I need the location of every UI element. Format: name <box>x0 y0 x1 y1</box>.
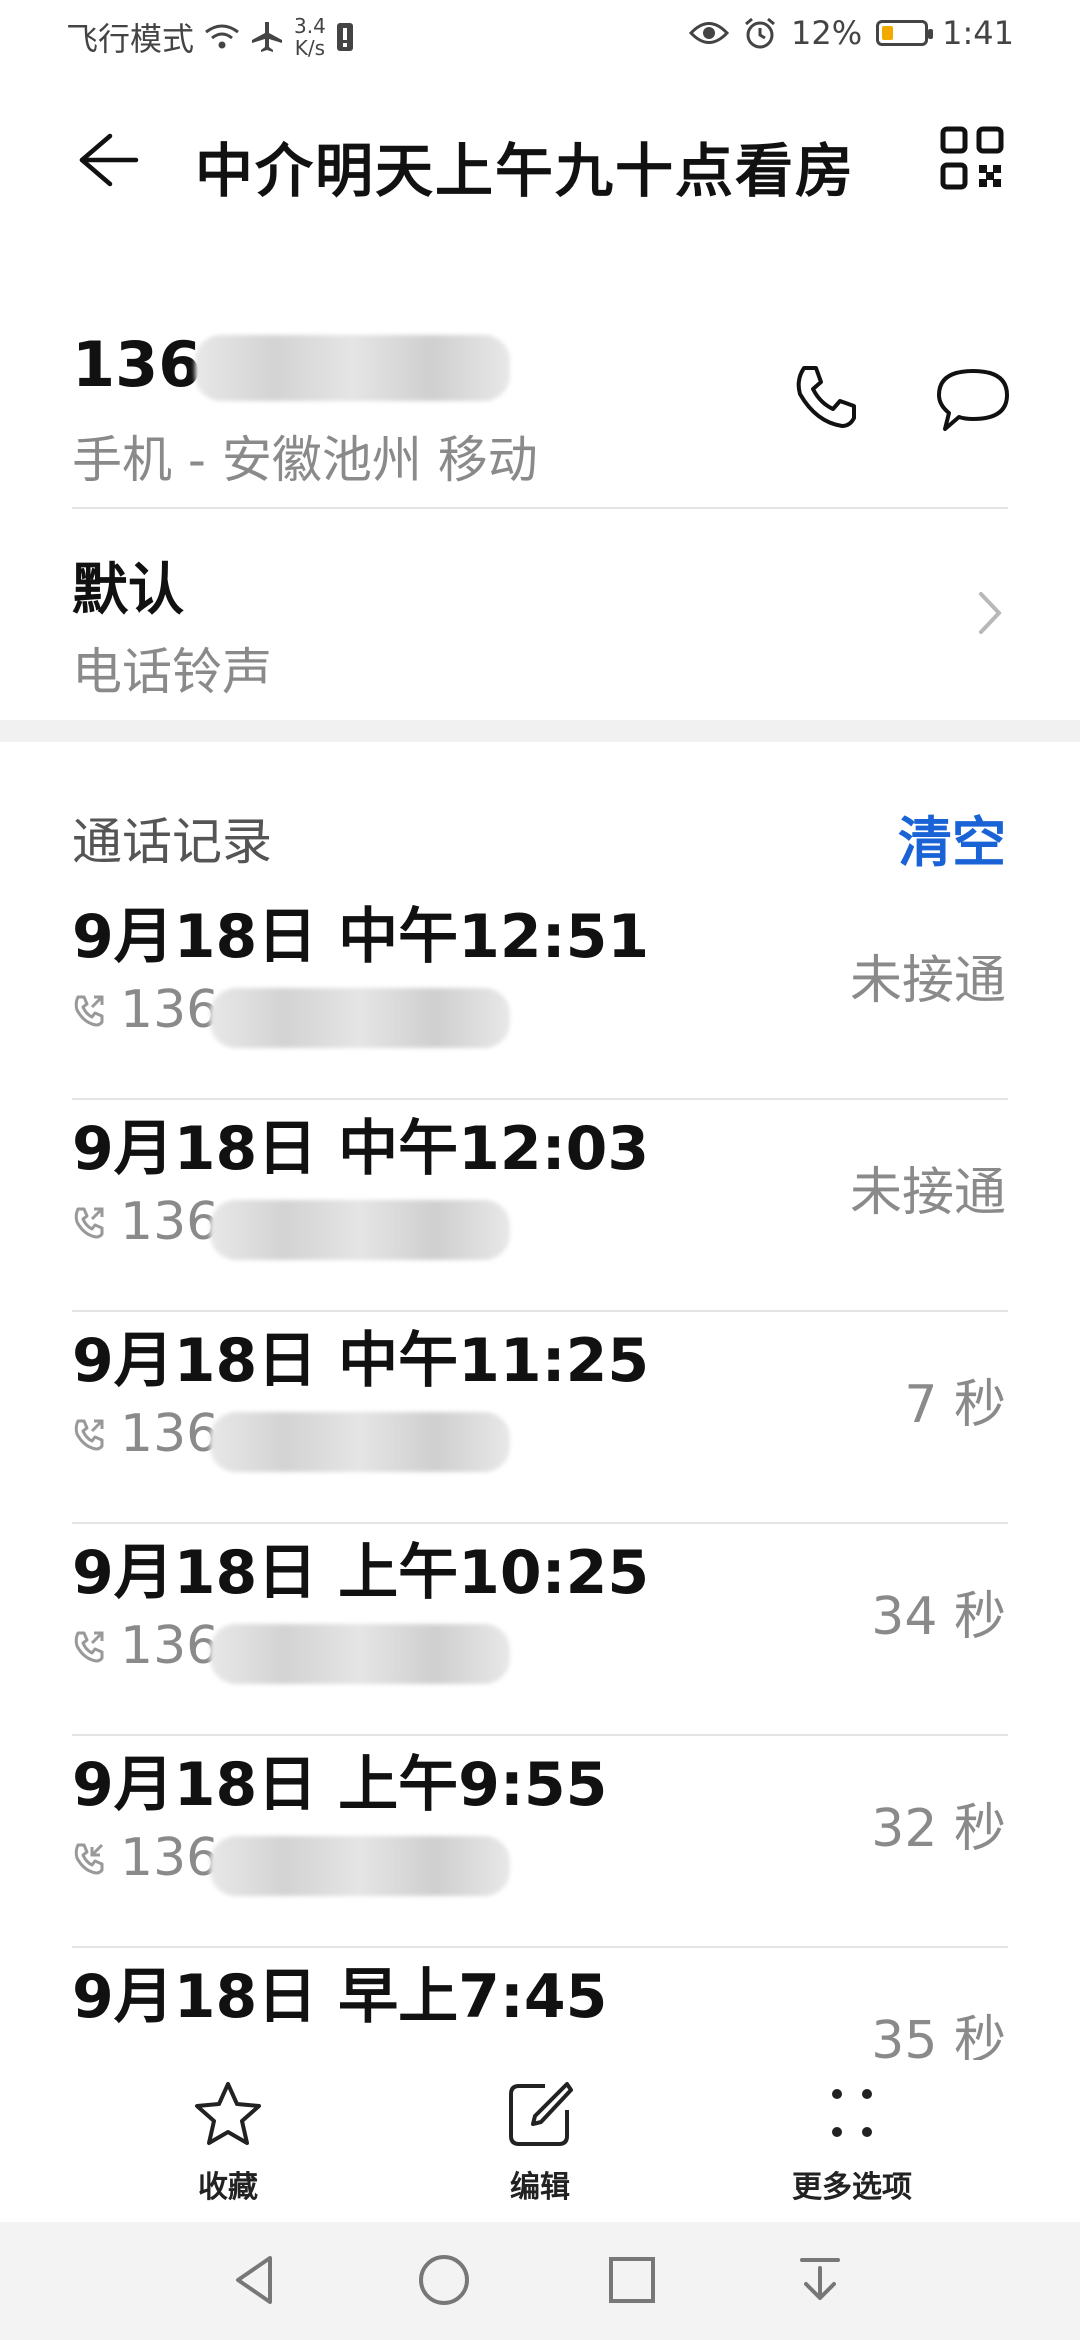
bottom-action-bar: 收藏 编辑 更多选项 <box>0 2060 1080 2220</box>
call-direction-icon <box>74 1419 104 1451</box>
call-time: 9月18日 上午10:25 <box>72 1538 650 1608</box>
call-status: 32 秒 <box>871 1799 1006 1859</box>
airplane-mode-label: 飞行模式 <box>66 20 195 58</box>
call-number-prefix: 136 <box>120 1828 220 1888</box>
app-header: 中介明天上午九十点看房 <box>0 110 1080 210</box>
contact-number-prefix: 136 <box>72 328 202 401</box>
call-log-row[interactable]: 9月18日 中午12:03 136 未接通 <box>0 1100 1080 1312</box>
redacted-number <box>210 1200 510 1260</box>
call-log-row[interactable]: 9月18日 中午12:51 136 未接通 <box>0 888 1080 1100</box>
alarm-icon <box>745 17 775 49</box>
call-number-prefix: 136 <box>120 980 220 1040</box>
call-time: 9月18日 中午12:51 <box>72 902 650 972</box>
clear-call-log-button[interactable]: 清空 <box>898 798 1006 877</box>
favorite-button[interactable]: 收藏 <box>128 2080 328 2206</box>
call-time: 9月18日 早上7:45 <box>72 1962 608 2032</box>
eye-icon <box>689 22 730 44</box>
call-log-row[interactable]: 9月18日 上午9:55 136 32 秒 <box>0 1736 1080 1948</box>
call-time: 9月18日 中午11:25 <box>72 1326 650 1396</box>
more-options-label: 更多选项 <box>792 2170 912 2205</box>
status-right: 12% 1:41 <box>689 14 1014 52</box>
ringtone-value: 默认 <box>72 558 184 623</box>
redacted-number <box>210 1412 510 1472</box>
call-status: 未接通 <box>849 1163 1006 1223</box>
call-number-prefix: 136 <box>120 1404 220 1464</box>
call-direction-icon <box>74 1207 104 1239</box>
status-bar: 飞行模式 3.4 K/s 12% 1:41 <box>0 0 1080 80</box>
message-icon[interactable] <box>935 365 1011 435</box>
call-number: 136 <box>72 1192 219 1252</box>
back-arrow-icon[interactable] <box>70 130 140 190</box>
nav-back-icon[interactable] <box>226 2250 286 2310</box>
call-time: 9月18日 上午9:55 <box>72 1750 608 1820</box>
call-log-row[interactable]: 9月18日 中午11:25 136 7 秒 <box>0 1312 1080 1524</box>
call-status: 7 秒 <box>904 1375 1006 1435</box>
call-number-prefix: 136 <box>120 1192 220 1252</box>
favorite-label: 收藏 <box>198 2170 258 2205</box>
star-icon <box>195 2082 261 2145</box>
notification-icon <box>336 23 353 51</box>
contact-number: 136 <box>72 328 201 401</box>
call-log-row[interactable]: 9月18日 上午10:25 136 34 秒 <box>0 1524 1080 1736</box>
chevron-right-icon <box>979 592 1002 634</box>
phone-call-icon[interactable] <box>790 362 860 432</box>
battery-icon <box>876 20 934 46</box>
call-number: 136 <box>72 1828 219 1888</box>
airplane-icon <box>252 22 283 52</box>
redacted-number <box>210 1624 510 1684</box>
battery-percent: 12% <box>791 14 863 52</box>
call-status: 34 秒 <box>871 1587 1006 1647</box>
section-separator <box>0 720 1080 742</box>
call-direction-icon <box>74 995 104 1027</box>
qr-code-icon[interactable] <box>940 126 1004 190</box>
contact-location: 手机 - 安徽池州 移动 <box>72 431 538 489</box>
nav-home-icon[interactable] <box>414 2250 474 2310</box>
status-left: 飞行模式 3.4 K/s <box>66 14 354 60</box>
more-options-icon <box>832 2089 872 2137</box>
clock: 1:41 <box>942 14 1014 52</box>
wifi-icon <box>205 24 239 49</box>
nav-notifications-icon[interactable] <box>790 2250 850 2310</box>
battery-fill <box>882 26 894 40</box>
contact-divider <box>72 507 1008 509</box>
call-log-title: 通话记录 <box>72 813 272 871</box>
call-status: 未接通 <box>849 951 1006 1011</box>
edit-button[interactable]: 编辑 <box>440 2080 640 2206</box>
ringtone-label: 电话铃声 <box>72 643 272 701</box>
call-time: 9月18日 中午12:03 <box>72 1114 650 1184</box>
redacted-number <box>210 1836 510 1896</box>
redacted-number <box>195 335 510 401</box>
call-number: 136 <box>72 1404 219 1464</box>
system-nav-bar <box>0 2222 1080 2340</box>
call-number-prefix: 136 <box>120 1616 220 1676</box>
edit-label: 编辑 <box>510 2170 570 2205</box>
network-speed-value: 3.4 <box>294 14 326 38</box>
more-options-button[interactable]: 更多选项 <box>752 2080 952 2206</box>
network-speed: 3.4 K/s <box>294 15 326 59</box>
call-number: 136 <box>72 1616 219 1676</box>
edit-icon <box>509 2082 573 2146</box>
network-speed-unit: K/s <box>294 36 326 60</box>
call-direction-icon <box>74 1631 104 1663</box>
call-direction-icon <box>74 1843 104 1875</box>
redacted-number <box>210 988 510 1048</box>
nav-recents-icon[interactable] <box>602 2250 662 2310</box>
call-number: 136 <box>72 980 219 1040</box>
page-title: 中介明天上午九十点看房 <box>195 137 856 205</box>
